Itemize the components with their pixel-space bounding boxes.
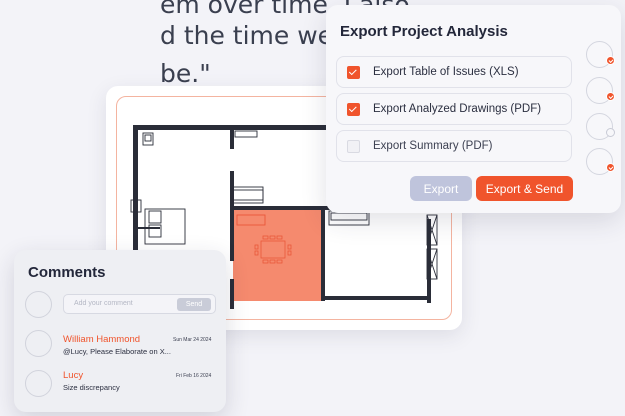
status-avatar xyxy=(586,113,615,140)
export-option-analyzed-drawings[interactable]: Export Analyzed Drawings (PDF) xyxy=(336,93,572,125)
avatar xyxy=(25,370,52,397)
export-button[interactable]: Export xyxy=(410,176,472,201)
highlighted-room[interactable] xyxy=(233,210,321,301)
export-option-label: Export Table of Issues (XLS) xyxy=(373,66,519,78)
export-option-summary[interactable]: Export Summary (PDF) xyxy=(336,130,572,162)
status-avatar xyxy=(586,41,615,68)
avatar xyxy=(25,330,52,357)
export-panel-title: Export Project Analysis xyxy=(340,23,508,40)
comments-title: Comments xyxy=(28,264,106,281)
comment-author[interactable]: William Hammond xyxy=(63,334,140,345)
export-option-label: Export Analyzed Drawings (PDF) xyxy=(373,103,542,115)
comment-date: Fri Feb 16 2024 xyxy=(176,373,212,379)
pending-badge-icon xyxy=(606,128,615,137)
checkbox-unchecked-icon[interactable] xyxy=(347,139,360,153)
comment-input-placeholder: Add your comment xyxy=(74,300,133,307)
checkbox-checked-icon[interactable] xyxy=(347,65,360,79)
comment-author[interactable]: Lucy xyxy=(63,370,83,381)
check-badge-icon xyxy=(606,92,615,101)
background-quote-line: be." xyxy=(160,59,211,88)
export-and-send-button[interactable]: Export & Send xyxy=(476,176,573,201)
comment-text[interactable]: @Lucy, Please Elaborate on X... xyxy=(63,347,171,356)
current-user-avatar xyxy=(25,291,52,318)
export-option-issues-table[interactable]: Export Table of Issues (XLS) xyxy=(336,56,572,88)
export-option-label: Export Summary (PDF) xyxy=(373,140,493,152)
comment-date: Sun Mar 24 2024 xyxy=(173,337,212,343)
status-avatar xyxy=(586,148,615,175)
comments-panel: Comments Add your comment Send William H… xyxy=(14,250,226,412)
check-badge-icon xyxy=(606,56,615,65)
send-comment-button[interactable]: Send xyxy=(177,298,211,311)
comment-text[interactable]: Size discrepancy xyxy=(63,383,120,392)
comment-input[interactable]: Add your comment Send xyxy=(63,294,216,314)
export-panel: Export Project Analysis Export Table of … xyxy=(326,5,621,213)
checkbox-checked-icon[interactable] xyxy=(347,102,360,116)
status-avatar xyxy=(586,77,615,104)
check-badge-icon xyxy=(606,163,615,172)
